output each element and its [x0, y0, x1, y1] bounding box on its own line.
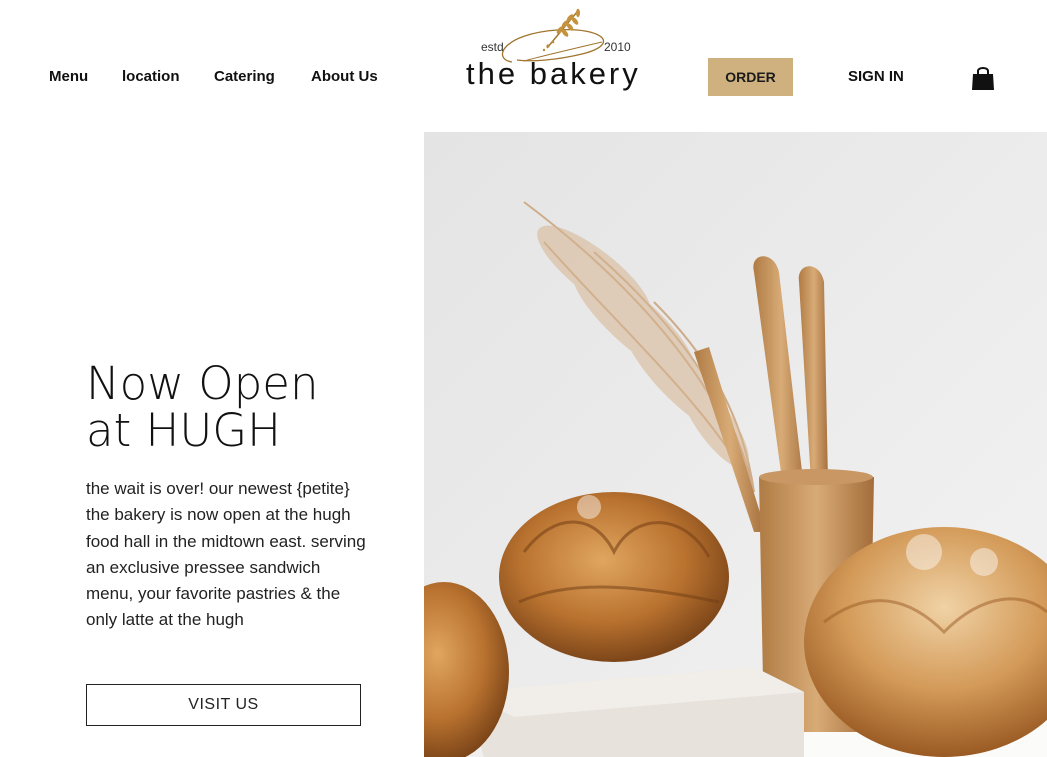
hero-description: the wait is over! our newest {petite} th… [86, 479, 366, 630]
bakery-logo[interactable]: estd 2010 the bakery [462, 4, 652, 96]
shopping-bag-icon[interactable] [970, 64, 996, 92]
hero-heading: Now Open at HUGH [86, 360, 376, 454]
visit-us-button[interactable]: VISIT US [86, 684, 361, 726]
order-button[interactable]: ORDER [708, 58, 793, 96]
logo-wordmark: the bakery [466, 56, 641, 91]
top-navigation: Menu location Catering About Us estd 201… [0, 0, 1047, 130]
hero-title-line1: Now Open [86, 357, 319, 410]
nav-link-location[interactable]: location [122, 68, 180, 85]
nav-link-menu[interactable]: Menu [49, 68, 88, 85]
nav-link-catering[interactable]: Catering [214, 68, 275, 85]
sign-in-link[interactable]: SIGN IN [848, 68, 904, 85]
nav-link-about-us[interactable]: About Us [311, 68, 378, 85]
bakery-bread-photo [424, 132, 1047, 757]
logo-year-text: 2010 [604, 40, 631, 54]
logo-estd-text: estd [481, 40, 504, 54]
hero-title-line2: at HUGH [86, 404, 282, 457]
